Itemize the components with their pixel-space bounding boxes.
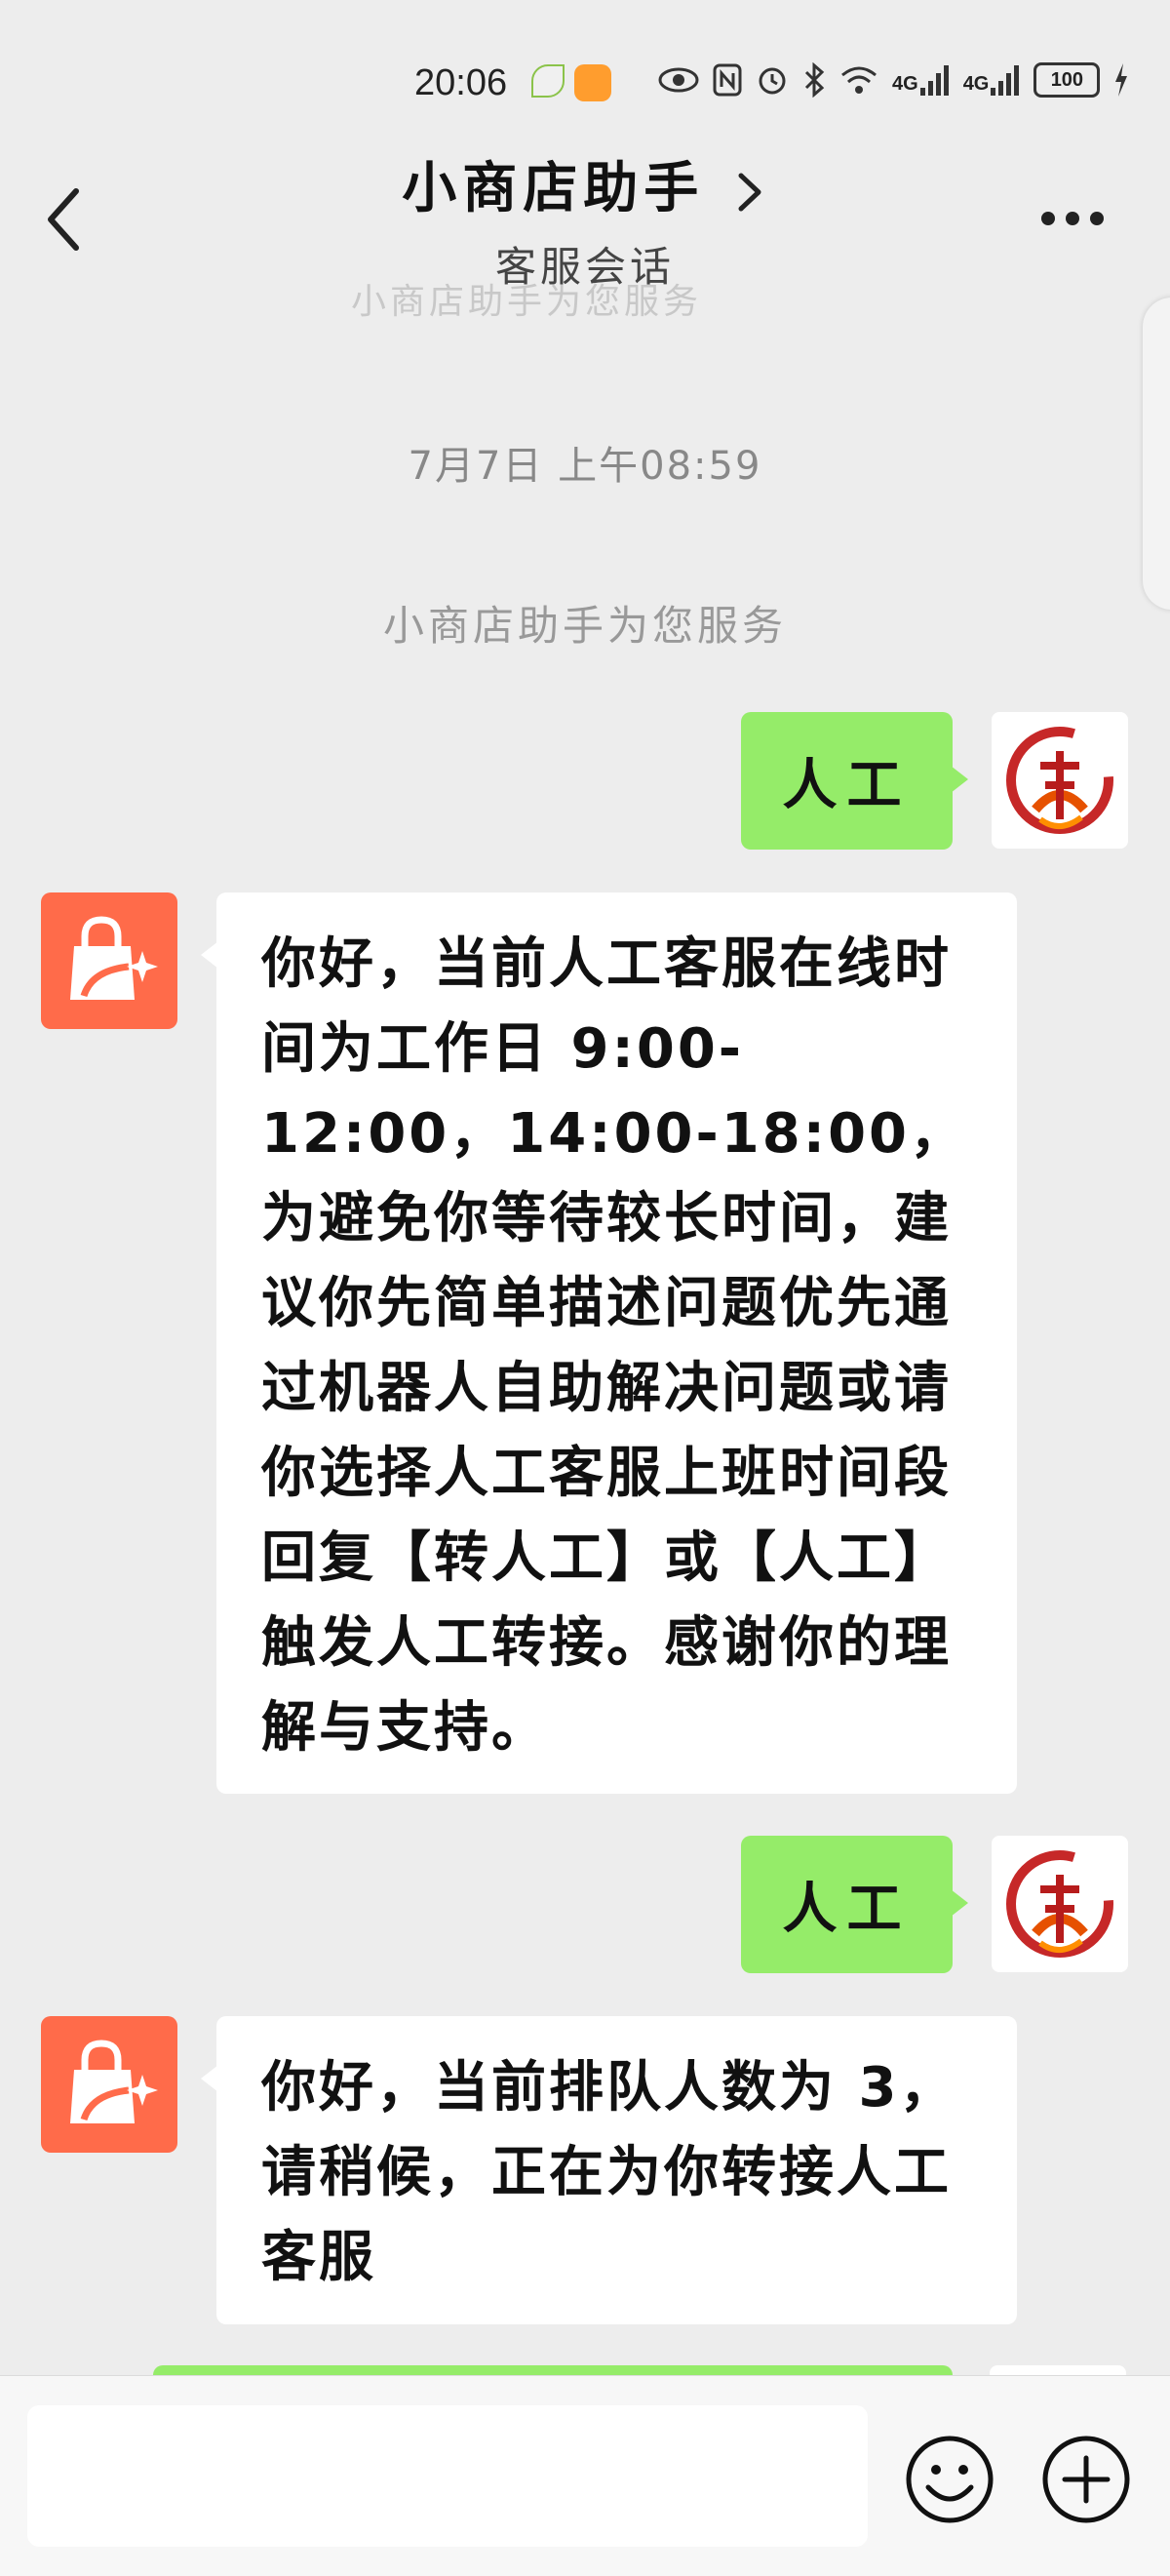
app-notification-icon: [574, 64, 611, 101]
shop-avatar[interactable]: [41, 892, 177, 1029]
message-text: 人工: [782, 1878, 912, 1941]
message-text: 人工: [782, 754, 912, 817]
user-avatar[interactable]: [992, 712, 1128, 849]
service-notice: 小商店助手为您服务: [382, 602, 787, 650]
signal-1-icon: 4G: [892, 64, 950, 96]
eye-icon: [658, 67, 699, 93]
calligraphy-logo-icon: [1006, 1850, 1113, 1958]
shop-avatar[interactable]: [41, 2016, 177, 2153]
message-text: 你好，当前人工客服在线时间为工作日 9:00-12:00，14:00-18:00…: [261, 932, 968, 1760]
message-timestamp: 7月7日 上午08:59: [408, 444, 762, 489]
message-text: 你好，当前排队人数为 3，请稍候，正在为你转接人工客服: [261, 2056, 957, 2289]
chat-title[interactable]: 小商店助手: [0, 144, 1170, 223]
outgoing-message-bubble[interactable]: 人工: [741, 1836, 968, 1973]
wifi-icon: [841, 66, 877, 94]
status-app-icons: [531, 64, 611, 101]
battery-indicator: 100: [1034, 62, 1101, 98]
network-type-1: 4G: [892, 73, 918, 95]
status-bar: 20:06 4G 4G 100: [0, 0, 1170, 146]
chevron-right-icon: [738, 173, 761, 212]
incoming-message-bubble[interactable]: 你好，当前人工客服在线时间为工作日 9:00-12:00，14:00-18:00…: [201, 892, 1017, 1794]
chat-title-text: 小商店助手: [402, 157, 705, 220]
status-indicators: 4G 4G 100: [658, 62, 1129, 98]
shopping-bag-icon: [70, 916, 158, 1000]
chat-subtitle: 客服会话: [494, 243, 675, 291]
input-bar: [0, 2375, 1170, 2576]
network-type-2: 4G: [962, 73, 990, 95]
alarm-icon: [759, 67, 786, 95]
incoming-message-bubble[interactable]: 你好，当前排队人数为 3，请稍候，正在为你转接人工客服: [201, 2016, 1017, 2324]
more-dots-icon[interactable]: [1038, 207, 1107, 230]
outgoing-message-bubble[interactable]: 人工: [741, 712, 968, 850]
shopping-bag-icon: [70, 2040, 158, 2123]
nfc-icon: [713, 63, 742, 97]
status-time: 20:06: [414, 62, 508, 103]
user-avatar[interactable]: [992, 1836, 1128, 1972]
leaf-app-icon: [531, 64, 565, 98]
emoji-icon[interactable]: [903, 2433, 996, 2526]
plus-icon[interactable]: [1039, 2433, 1133, 2526]
charging-icon: [1115, 63, 1128, 97]
message-input[interactable]: [27, 2405, 868, 2547]
signal-2-icon: 4G: [963, 64, 1021, 96]
calligraphy-logo-icon: [1006, 727, 1113, 834]
bluetooth-icon: [804, 62, 825, 98]
